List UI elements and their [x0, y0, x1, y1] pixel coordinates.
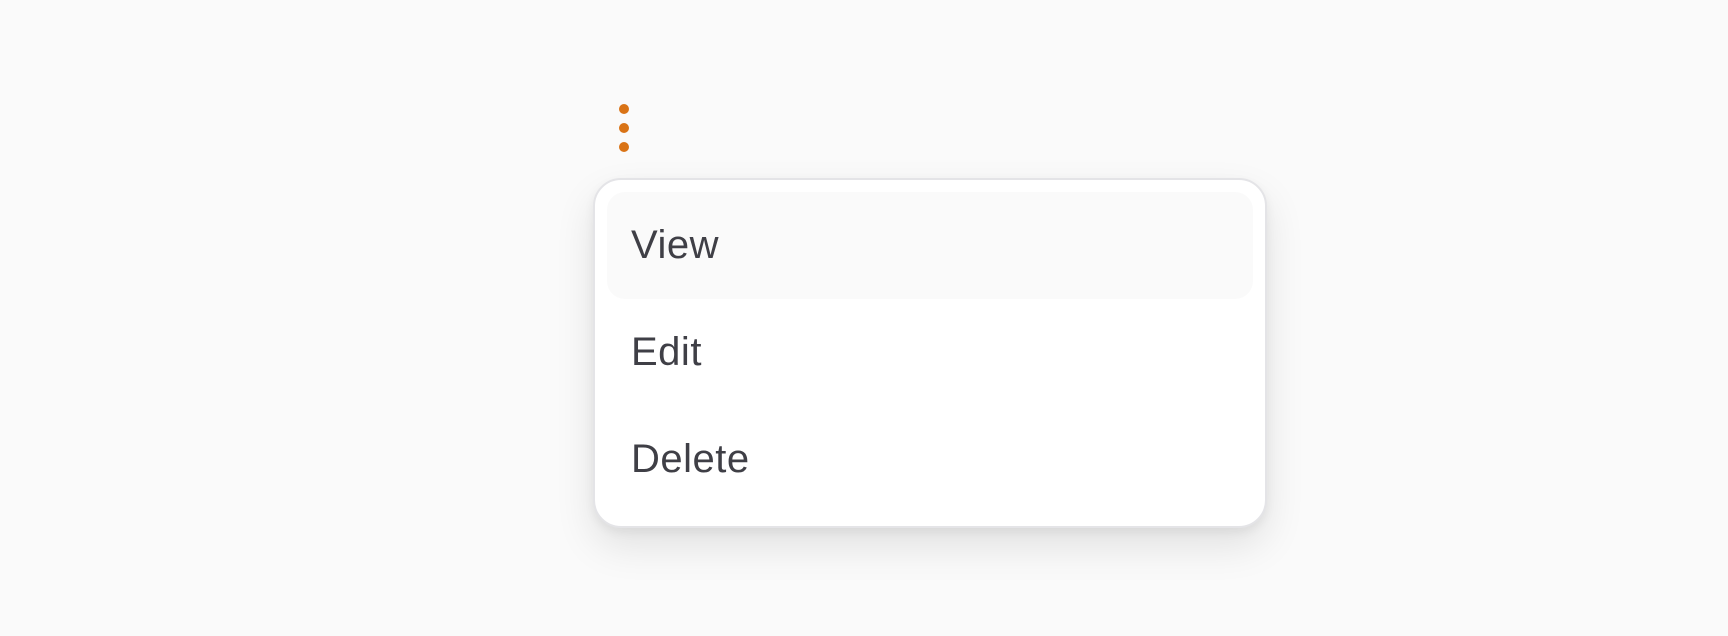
- menu-item-label: View: [631, 223, 719, 267]
- menu-item-label: Delete: [631, 437, 750, 481]
- menu-item-label: Edit: [631, 330, 702, 374]
- menu-item-view[interactable]: View: [607, 192, 1253, 299]
- menu-item-delete[interactable]: Delete: [607, 406, 1253, 513]
- dropdown-menu: View Edit Delete: [593, 178, 1267, 528]
- more-options-button[interactable]: [604, 96, 644, 156]
- kebab-dot: [619, 123, 629, 133]
- kebab-dot: [619, 104, 629, 114]
- menu-item-edit[interactable]: Edit: [607, 299, 1253, 406]
- kebab-dot: [619, 142, 629, 152]
